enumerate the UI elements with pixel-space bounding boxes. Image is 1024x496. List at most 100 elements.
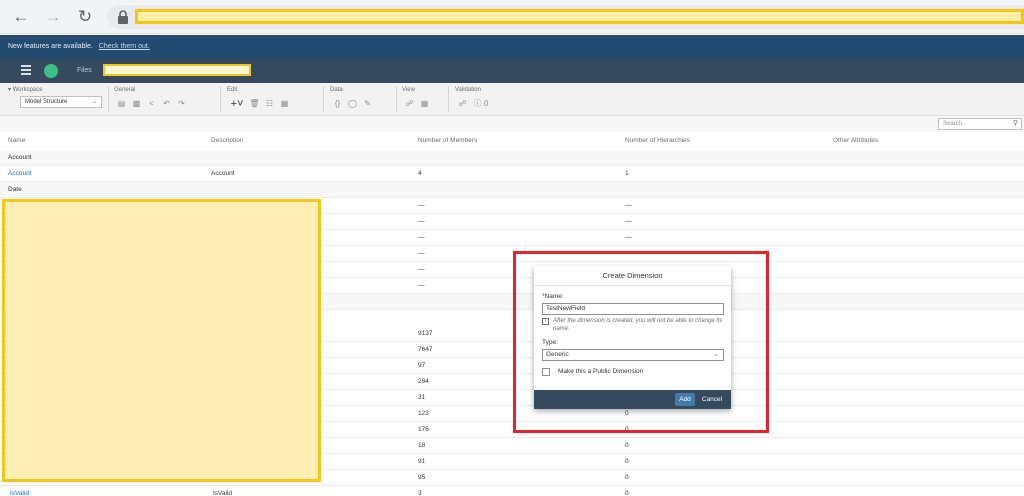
- validation-count: 0: [483, 99, 489, 108]
- redacted-url: [135, 9, 1024, 24]
- row-members: 31: [418, 394, 426, 401]
- reload-icon[interactable]: ↻: [75, 7, 95, 27]
- redo-icon[interactable]: ↷: [174, 98, 189, 110]
- edit-label: Edit: [227, 87, 238, 93]
- row-name-link[interactable]: Account: [8, 167, 32, 181]
- address-bar[interactable]: [107, 5, 1024, 29]
- name-field[interactable]: TestNewField: [542, 303, 724, 315]
- chevron-down-icon: ⌄: [91, 99, 97, 105]
- row-hierarchies: —: [625, 202, 632, 209]
- create-dimension-dialog: Create Dimension *Name: TestNewField i A…: [534, 266, 731, 409]
- formula-icon[interactable]: {}: [330, 98, 345, 110]
- row-members: 4: [418, 170, 422, 177]
- general-group: General ▤ ▩ < ↶ ↷: [114, 86, 189, 110]
- type-label: Type:: [542, 339, 558, 346]
- row-hierarchies: 1: [625, 170, 629, 177]
- delete-icon[interactable]: 🗑: [247, 98, 262, 110]
- validation-label: Validation: [455, 87, 481, 93]
- workspace-group: ▾ Workspace Model Structure ⌄: [8, 86, 102, 108]
- row-description: Account: [211, 170, 235, 177]
- row-members: —: [418, 202, 425, 209]
- col-hierarchies[interactable]: Number of Hierarchies: [625, 134, 690, 148]
- validation-group: Validation ☍ ⓘ 0: [455, 86, 492, 110]
- info-text: After the dimension is created, you will…: [553, 318, 723, 332]
- warning-count-icon[interactable]: ⓘ 0: [470, 98, 492, 110]
- edit-group: Edit +˅ 🗑 ☷ ▦: [227, 86, 292, 110]
- public-dimension-checkbox[interactable]: [542, 368, 550, 376]
- save-as-icon[interactable]: ▩: [129, 98, 144, 110]
- info-message: i After the dimension is created, you wi…: [542, 317, 724, 335]
- add-button[interactable]: Add: [675, 393, 695, 406]
- lock-icon: [118, 10, 128, 24]
- row-hierarchies: 0: [625, 442, 629, 449]
- save-icon[interactable]: ▤: [114, 98, 129, 110]
- row-members: —: [418, 266, 425, 273]
- add-icon[interactable]: +˅: [227, 98, 247, 110]
- notice-link[interactable]: Check them out.: [99, 43, 150, 50]
- info-icon: i: [542, 318, 549, 325]
- avatar[interactable]: [44, 64, 58, 78]
- data-label: Data: [330, 87, 343, 93]
- row-hierarchies: 0: [625, 458, 629, 465]
- cancel-button[interactable]: Cancel: [698, 393, 726, 406]
- redacted-region: [2, 199, 321, 482]
- row-members: —: [418, 250, 425, 257]
- row-hierarchies: 0: [625, 490, 629, 496]
- menu-icon[interactable]: [21, 65, 31, 75]
- copy-icon[interactable]: ☷: [262, 98, 277, 110]
- search-icon[interactable]: ⚲: [1013, 119, 1018, 129]
- table-row[interactable]: IsValid IsValid 3 0: [0, 486, 1024, 496]
- breadcrumb-files[interactable]: Files: [77, 59, 92, 83]
- redacted-breadcrumb: [103, 64, 251, 76]
- view-group: View ☍ ▦: [402, 86, 432, 110]
- table-header: Name Description Number of Members Numbe…: [0, 132, 1024, 150]
- general-label: General: [114, 87, 136, 93]
- back-arrow-icon[interactable]: ←: [11, 7, 31, 27]
- row-members: 3: [418, 490, 422, 496]
- name-label: *Name:: [542, 293, 564, 300]
- row-members: 7647: [418, 346, 433, 353]
- col-other-attributes[interactable]: Other Attributes: [833, 134, 878, 148]
- type-select[interactable]: Generic ⌄: [542, 349, 724, 361]
- row-members: —: [418, 218, 425, 225]
- dialog-body: *Name: TestNewField i After the dimensio…: [542, 292, 724, 377]
- table-row[interactable]: Account Account 4 1: [0, 166, 1024, 182]
- row-members: 123: [418, 410, 429, 417]
- group-row-date: Date: [0, 182, 1024, 198]
- workspace-value: Model Structure: [25, 99, 68, 105]
- workspace-select[interactable]: Model Structure ⌄: [20, 96, 102, 108]
- col-description[interactable]: Description: [211, 134, 244, 148]
- browser-toolbar: ← → ↻: [0, 0, 1024, 34]
- row-hierarchies: 0: [625, 474, 629, 481]
- row-members: —: [418, 282, 425, 289]
- row-members: 95: [418, 474, 426, 481]
- grid-icon[interactable]: ▦: [417, 98, 432, 110]
- row-name-link[interactable]: IsValid: [10, 487, 29, 496]
- dialog-footer: Add Cancel: [534, 390, 731, 409]
- row-hierarchies: —: [625, 218, 632, 225]
- search-row: Search ⚲: [0, 116, 1024, 132]
- col-name[interactable]: Name: [8, 134, 25, 148]
- pencil-icon[interactable]: ✎: [360, 98, 375, 110]
- row-members: 91: [418, 458, 426, 465]
- data-group: Data {} ◯ ✎: [330, 86, 375, 110]
- col-members[interactable]: Number of Members: [418, 134, 477, 148]
- view-label: View: [402, 87, 415, 93]
- row-members: 97: [418, 362, 426, 369]
- search-input[interactable]: Search ⚲: [938, 118, 1022, 130]
- undo-icon[interactable]: ↶: [159, 98, 174, 110]
- toolbar: ▾ Workspace Model Structure ⌄ General ▤ …: [0, 83, 1024, 116]
- chevron-down-icon: ⌄: [713, 351, 719, 358]
- hierarchy-icon[interactable]: ☍: [402, 98, 417, 110]
- row-members: —: [418, 234, 425, 241]
- forward-arrow-icon[interactable]: →: [43, 7, 63, 27]
- row-members: 9137: [418, 330, 433, 337]
- share-icon[interactable]: <: [144, 98, 159, 110]
- public-dimension-label[interactable]: Make this a Public Dimension: [558, 367, 643, 377]
- currency-icon[interactable]: ◯: [345, 98, 360, 110]
- public-dimension-row[interactable]: Make this a Public Dimension: [542, 367, 724, 377]
- notice-text: New features are available.: [8, 43, 93, 50]
- type-value: Generic: [546, 351, 569, 358]
- paste-icon[interactable]: ▦: [277, 98, 292, 110]
- validate-icon[interactable]: ☍: [455, 98, 470, 110]
